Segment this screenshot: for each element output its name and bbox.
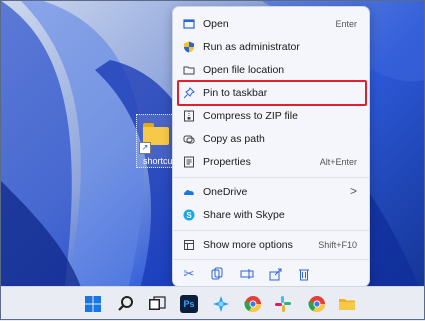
cut-icon[interactable]: ✂ <box>182 267 196 281</box>
menu-item-copy-as-path[interactable]: Copy as path <box>177 128 365 150</box>
shield-icon <box>184 41 194 53</box>
copy-icon[interactable] <box>210 267 224 281</box>
copy-path-icon <box>183 135 195 144</box>
search-icon[interactable] <box>117 295 135 313</box>
photoshop-icon[interactable]: Ps <box>180 295 198 313</box>
menu-item-label: Copy as path <box>203 133 265 145</box>
context-menu: Open Enter Run as administrator Open fil… <box>172 6 370 287</box>
menu-item-run-as-administrator[interactable]: Run as administrator <box>177 36 365 58</box>
rename-icon[interactable] <box>240 267 254 281</box>
menu-item-label: Pin to taskbar <box>203 87 268 99</box>
menu-item-label: Share with Skype <box>203 209 285 221</box>
menu-item-label: Open <box>203 18 229 30</box>
more-options-icon <box>184 240 194 250</box>
pin-icon <box>183 87 195 99</box>
skype-icon: S <box>183 209 195 221</box>
menu-item-compress-to-zip[interactable]: Compress to ZIP file <box>177 105 365 127</box>
menu-item-shortcut: Alt+Enter <box>319 157 357 167</box>
start-icon[interactable] <box>84 295 102 313</box>
menu-item-share-with-skype[interactable]: S Share with Skype <box>177 204 365 226</box>
menu-item-shortcut: Enter <box>335 19 357 29</box>
onedrive-icon <box>183 190 194 195</box>
chevron-right-icon: > <box>349 184 357 198</box>
open-icon <box>183 19 195 29</box>
desktop-shortcut[interactable]: ↗ shortcu <box>136 114 174 168</box>
menu-separator <box>173 230 369 231</box>
app-icon[interactable] <box>212 295 230 313</box>
menu-item-onedrive[interactable]: OneDrive > <box>177 181 365 203</box>
folder-icon <box>183 66 195 75</box>
menu-item-open[interactable]: Open Enter <box>177 13 365 35</box>
zip-icon <box>184 110 194 122</box>
taskbar: Ps <box>0 286 425 321</box>
menu-item-properties[interactable]: Properties Alt+Enter <box>177 151 365 173</box>
menu-separator <box>173 259 369 260</box>
menu-item-open-file-location[interactable]: Open file location <box>177 59 365 81</box>
chrome-icon[interactable] <box>244 295 262 313</box>
task-view-icon[interactable] <box>148 295 166 313</box>
shortcut-label: shortcu <box>143 156 173 166</box>
menu-item-show-more-options[interactable]: Show more options Shift+F10 <box>177 234 365 256</box>
shortcut-arrow-icon: ↗ <box>139 142 151 154</box>
menu-item-pin-to-taskbar[interactable]: Pin to taskbar <box>177 80 367 106</box>
delete-icon[interactable] <box>297 267 311 281</box>
properties-icon <box>184 156 194 168</box>
menu-item-label: OneDrive <box>203 186 248 198</box>
share-icon[interactable] <box>269 267 283 281</box>
menu-item-label: Properties <box>203 156 251 168</box>
menu-item-shortcut: Shift+F10 <box>318 240 357 250</box>
svg-text:S: S <box>186 211 192 220</box>
menu-item-label: Run as administrator <box>203 41 300 53</box>
menu-item-label: Open file location <box>203 64 285 76</box>
chrome-icon[interactable] <box>308 295 326 313</box>
file-explorer-icon[interactable] <box>338 295 356 313</box>
menu-item-label: Compress to ZIP file <box>203 110 298 122</box>
menu-item-label: Show more options <box>203 239 293 251</box>
slack-icon[interactable] <box>274 295 292 313</box>
menu-separator <box>173 177 369 178</box>
